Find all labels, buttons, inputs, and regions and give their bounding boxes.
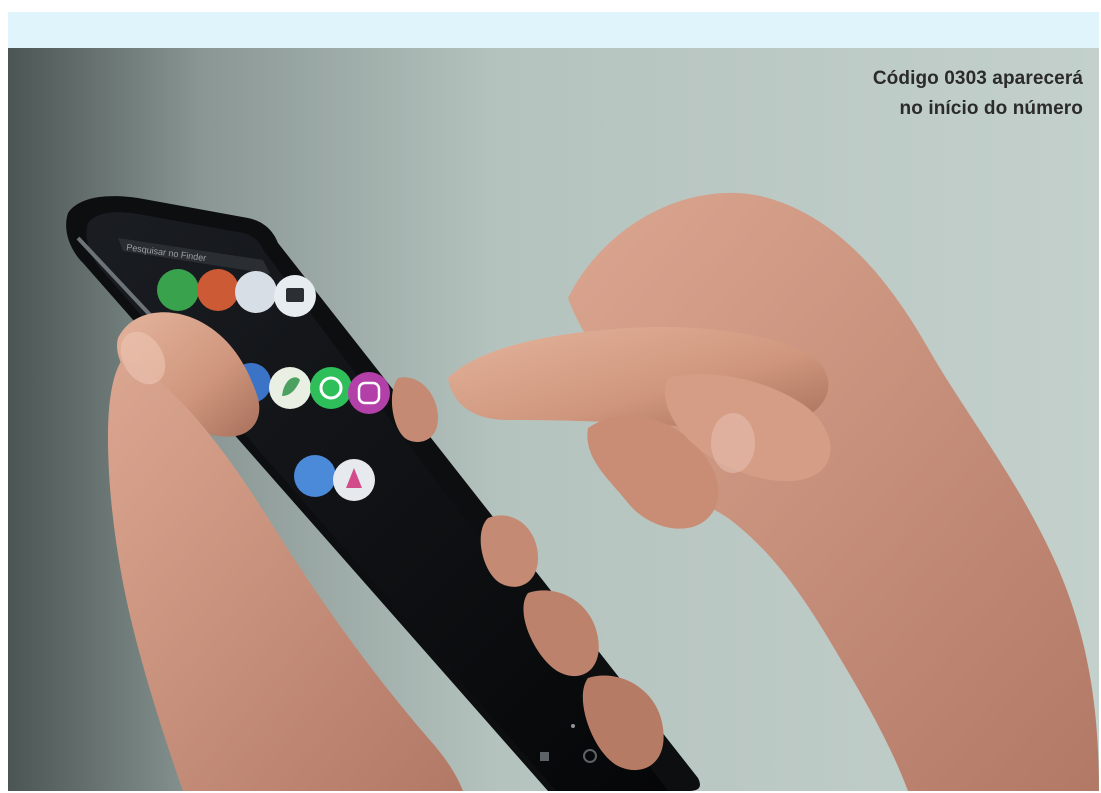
caption-line-1: Código 0303 aparecerá [872,68,1083,89]
recent-apps-icon [540,752,549,761]
top-band [8,12,1099,48]
fingernail [711,413,755,473]
photo-caption: Código 0303 aparecerá no início do númer… [873,64,1083,124]
calculator-app-icon [157,269,199,311]
gallery-app-icon-2 [294,455,336,497]
photo-frame: Pesquisar no Finder Código 0303 aparecer… [8,12,1099,791]
caption-line-2: no início do número [899,98,1083,119]
hands-holding-smartphone-photo: Pesquisar no Finder [8,48,1099,791]
instagram-app-icon [348,372,390,414]
whatsapp-app-icon [310,367,352,409]
gallery-app-icon [197,269,239,311]
camera-connect-icon-glyph [286,288,304,302]
notes-app-icon [235,271,277,313]
camera-dot [571,724,575,728]
